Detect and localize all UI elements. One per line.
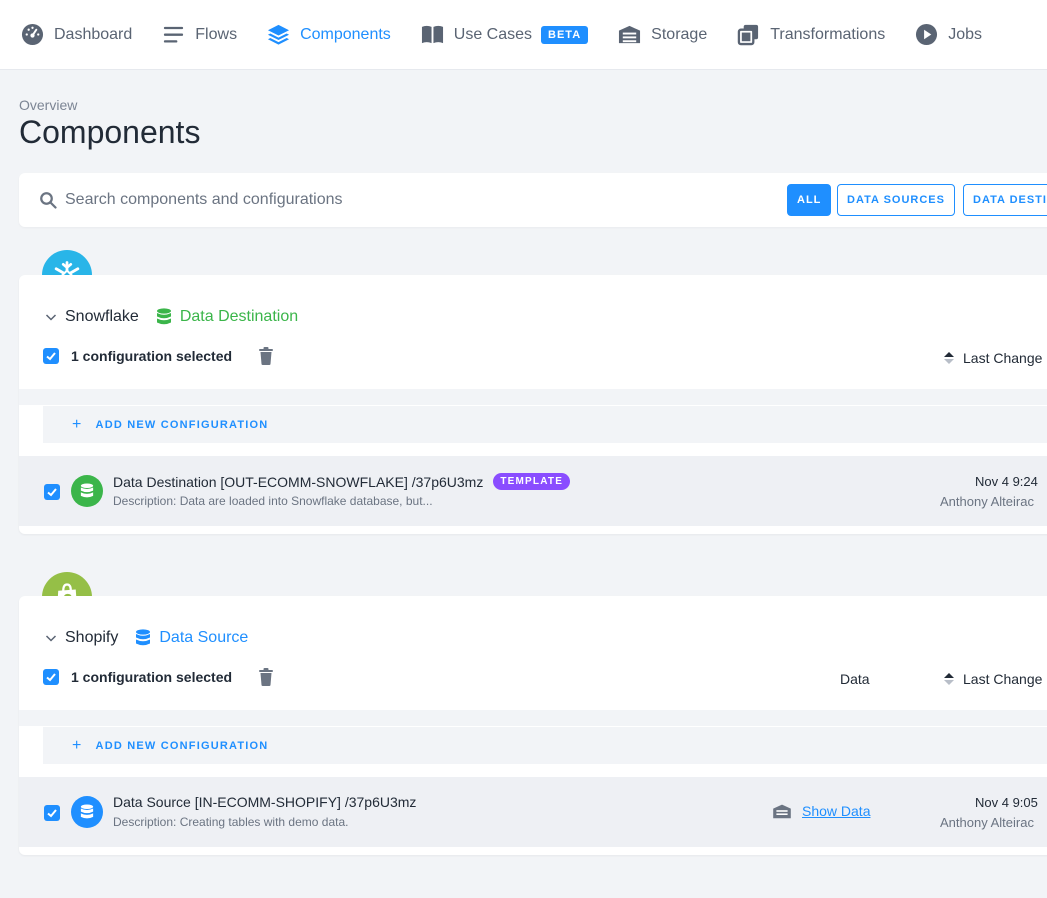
trash-icon[interactable] (258, 347, 274, 365)
data-column-header: Data (840, 671, 870, 687)
component-card-shopify: Shopify Data Source 1 configuration sele… (19, 596, 1047, 855)
nav-item-jobs[interactable]: Jobs (915, 23, 982, 46)
sort-last-change[interactable]: Last Change (944, 671, 1042, 687)
selection-row: 1 configuration selected (43, 347, 274, 365)
play-icon (916, 23, 938, 46)
nav-item-transformations[interactable]: Transformations (737, 23, 885, 46)
check-icon (47, 488, 57, 497)
chevron-down-icon[interactable] (45, 311, 57, 323)
configuration-row[interactable]: Data Destination [OUT-ECOMM-SNOWFLAKE] /… (19, 456, 1047, 526)
select-all-checkbox[interactable] (43, 669, 59, 685)
database-icon (80, 483, 94, 498)
dashboard-icon (21, 23, 44, 46)
sort-label: Last Change (963, 671, 1043, 687)
sort-last-change[interactable]: Last Change (944, 350, 1042, 366)
nav-label: Transformations (770, 25, 886, 43)
show-data-link[interactable]: Show Data (772, 803, 870, 819)
configuration-name: Data Destination [OUT-ECOMM-SNOWFLAKE] /… (113, 473, 484, 490)
component-type-label: Data Source (159, 629, 249, 646)
configuration-description: Description: Creating tables with demo d… (113, 815, 349, 829)
sort-label: Last Change (963, 350, 1043, 366)
filter-data-destinations-button[interactable]: DATA DESTINATIONS (963, 184, 1047, 216)
select-all-checkbox[interactable] (43, 348, 59, 364)
chevron-down-icon[interactable] (45, 632, 57, 644)
configuration-checkbox[interactable] (44, 484, 60, 500)
add-new-configuration-button[interactable]: + ADD NEW CONFIGURATION (43, 406, 1047, 443)
page-overline: Overview (19, 97, 78, 113)
configuration-name: Data Source [IN-ECOMM-SHOPIFY] /37p6U3mz (113, 794, 417, 810)
component-header[interactable]: Shopify Data Source (45, 629, 248, 647)
layers-icon (268, 24, 290, 45)
sort-icon (944, 352, 954, 364)
plus-icon: + (72, 415, 83, 433)
nav-item-flows[interactable]: Flows (162, 23, 237, 46)
nav-item-storage[interactable]: Storage (618, 23, 707, 46)
selection-count: 1 configuration selected (71, 669, 233, 685)
check-icon (46, 352, 56, 361)
configuration-type-icon (71, 475, 103, 507)
filter-data-sources-button[interactable]: DATA SOURCES (837, 184, 955, 216)
storage-icon (773, 804, 791, 819)
database-icon (80, 804, 94, 819)
component-name: Shopify (65, 629, 119, 646)
top-navigation: Dashboard Flows Components Use Cases BET… (0, 0, 1047, 70)
nav-item-components[interactable]: Components (267, 23, 391, 46)
database-icon (136, 629, 151, 646)
check-icon (46, 673, 56, 682)
nav-label: Components (300, 25, 391, 43)
configuration-author: Anthony Alteirac (940, 494, 1034, 509)
filter-all-button[interactable]: ALL (787, 184, 832, 216)
add-label: ADD NEW CONFIGURATION (95, 418, 269, 431)
book-icon (421, 25, 443, 44)
nav-label: Storage (651, 25, 708, 43)
nav-label: Use Cases (453, 25, 533, 43)
nav-label: Jobs (948, 25, 983, 43)
sort-icon (944, 673, 954, 685)
page-title: Components (19, 114, 201, 150)
component-header[interactable]: Snowflake Data Destination (45, 308, 298, 326)
flows-icon (164, 26, 184, 43)
beta-badge: BETA (541, 25, 589, 44)
configuration-row[interactable]: Data Source [IN-ECOMM-SHOPIFY] /37p6U3mz… (19, 777, 1047, 847)
component-name: Snowflake (65, 308, 139, 325)
storage-icon (619, 25, 641, 44)
nav-item-use-cases[interactable]: Use Cases BETA (421, 23, 589, 46)
database-icon (156, 308, 171, 325)
transformations-icon (737, 24, 759, 46)
search-input[interactable] (65, 187, 765, 213)
selection-count: 1 configuration selected (71, 348, 233, 364)
search-icon (40, 192, 57, 209)
configuration-author: Anthony Alteirac (940, 815, 1034, 830)
configuration-description: Description: Data are loaded into Snowfl… (113, 494, 433, 508)
check-icon (47, 809, 57, 818)
configuration-last-change-date: Nov 4 9:05 (975, 795, 1038, 810)
configuration-title[interactable]: Data Destination [OUT-ECOMM-SNOWFLAKE] /… (113, 473, 571, 490)
configuration-checkbox[interactable] (44, 805, 60, 821)
component-card-snowflake: Snowflake Data Destination 1 configurati… (19, 275, 1047, 534)
configuration-type-icon (71, 796, 103, 828)
divider (19, 389, 1047, 405)
add-new-configuration-button[interactable]: + ADD NEW CONFIGURATION (43, 727, 1047, 764)
nav-label: Dashboard (54, 25, 133, 43)
add-label: ADD NEW CONFIGURATION (95, 739, 269, 752)
nav-label: Flows (195, 25, 238, 43)
nav-item-dashboard[interactable]: Dashboard (21, 23, 132, 46)
template-badge: TEMPLATE (493, 473, 571, 490)
plus-icon: + (72, 736, 83, 754)
component-type-label: Data Destination (179, 308, 299, 325)
show-data-label: Show Data (802, 803, 871, 819)
selection-row: 1 configuration selected (43, 668, 274, 686)
configuration-last-change-date: Nov 4 9:24 (975, 474, 1038, 489)
divider (19, 710, 1047, 726)
trash-icon[interactable] (258, 668, 274, 686)
configuration-title[interactable]: Data Source [IN-ECOMM-SHOPIFY] /37p6U3mz (113, 794, 416, 810)
